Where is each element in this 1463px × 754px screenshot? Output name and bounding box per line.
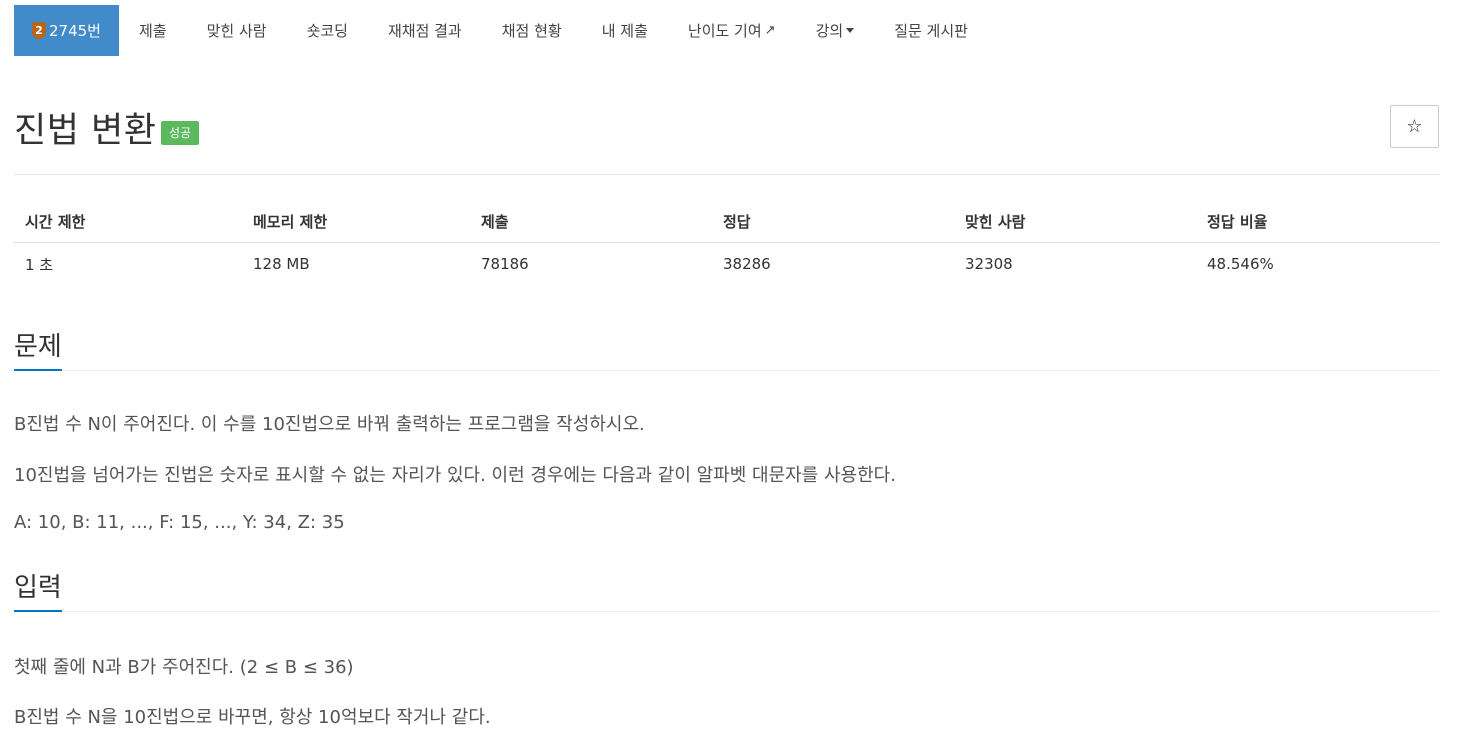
- nav-lectures[interactable]: 강의: [796, 5, 875, 56]
- memory-limit-value: 128 MB: [253, 255, 310, 273]
- accept-ratio-value: 48.546%: [1207, 255, 1274, 273]
- input-text-line: 첫째 줄에 N과 B가 주어진다. (2 ≤ B ≤ 36): [14, 657, 354, 678]
- status-badge: 성공: [161, 121, 200, 145]
- nav-solved-users[interactable]: 맞힌 사람: [187, 5, 287, 56]
- header-memory-limit: 메모리 제한: [242, 200, 470, 243]
- header-accept-ratio: 정답 비율: [1196, 200, 1439, 243]
- nav-problem-number[interactable]: 2 2745번: [14, 5, 119, 56]
- problem-section-heading: 문제: [14, 326, 1439, 371]
- nav-my-submissions[interactable]: 내 제출: [582, 5, 668, 56]
- nav-problem-number-label: 2745번: [49, 22, 101, 40]
- header-submissions: 제출: [470, 200, 712, 243]
- nav-judge-status[interactable]: 채점 현황: [482, 5, 582, 56]
- nav-difficulty-label: 난이도 기여: [687, 22, 762, 40]
- problem-nav: 2 2745번 제출 맞힌 사람 숏코딩 재채점 결과 채점 현황 내 제출 난…: [14, 5, 988, 56]
- input-heading-label: 입력: [14, 567, 62, 612]
- nav-rejudge-results[interactable]: 재채점 결과: [368, 5, 482, 56]
- nav-lectures-label: 강의: [815, 22, 844, 40]
- problem-info-table: 시간 제한 메모리 제한 제출 정답 맞힌 사람 정답 비율 1 초 128 M…: [14, 200, 1439, 285]
- title-divider: [14, 174, 1439, 175]
- caret-down-icon: [846, 28, 855, 33]
- input-text-line: B진법 수 N을 10진법으로 바꾸면, 항상 10억보다 작거나 같다.: [14, 707, 491, 728]
- external-link-icon: ↗: [764, 23, 776, 38]
- problem-title: 진법 변환: [14, 111, 157, 151]
- tier-badge-icon: 2: [32, 22, 46, 39]
- nav-submit[interactable]: 제출: [119, 5, 187, 56]
- submissions-value: 78186: [481, 255, 529, 273]
- nav-difficulty-contribution[interactable]: 난이도 기여 ↗: [668, 5, 796, 56]
- problem-heading-label: 문제: [14, 326, 62, 371]
- problem-text-line: 10진법을 넘어가는 진법은 숫자로 표시할 수 없는 자리가 있다. 이런 경…: [14, 465, 896, 486]
- header-time-limit: 시간 제한: [14, 200, 242, 243]
- table-row: 1 초 128 MB 78186 38286 32308 48.546%: [14, 243, 1439, 286]
- accepted-value: 38286: [723, 255, 771, 273]
- time-limit-value: 1 초: [25, 255, 54, 274]
- star-icon: ☆: [1406, 116, 1423, 137]
- input-section-heading: 입력: [14, 567, 1439, 612]
- header-solved-users: 맞힌 사람: [954, 200, 1196, 243]
- problem-text-line: B진법 수 N이 주어진다. 이 수를 10진법으로 바꿔 출력하는 프로그램을…: [14, 414, 645, 435]
- problem-title-row: 진법 변환 성공 ☆: [14, 102, 1439, 162]
- problem-text-line: A: 10, B: 11, ..., F: 15, ..., Y: 34, Z:…: [14, 512, 345, 533]
- nav-short-coding[interactable]: 숏코딩: [287, 5, 368, 56]
- table-header-row: 시간 제한 메모리 제한 제출 정답 맞힌 사람 정답 비율: [14, 200, 1439, 243]
- favorite-button[interactable]: ☆: [1390, 105, 1439, 148]
- nav-qna-board[interactable]: 질문 게시판: [874, 5, 988, 56]
- header-accepted: 정답: [712, 200, 954, 243]
- solved-users-value: 32308: [965, 255, 1013, 273]
